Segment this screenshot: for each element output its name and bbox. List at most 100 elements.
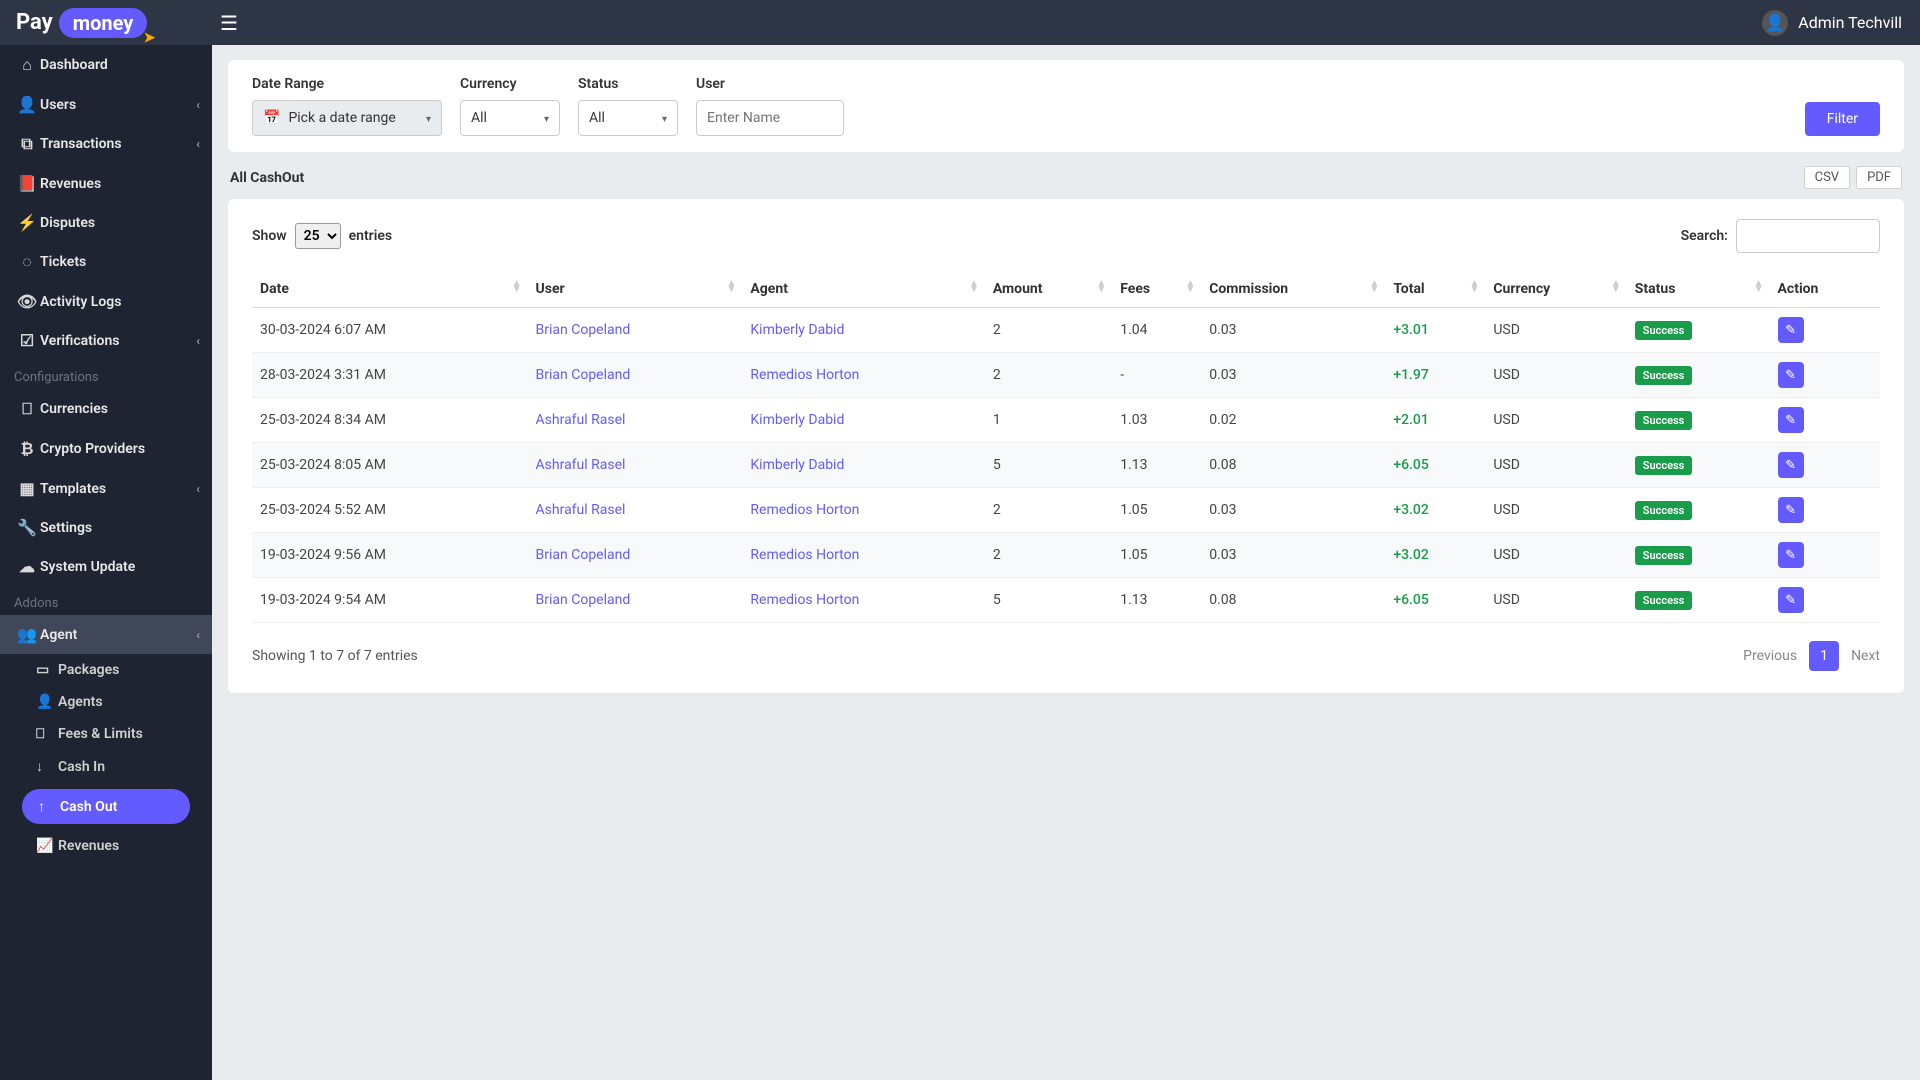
packages-icon: ▭ — [36, 662, 58, 678]
sidebar-item-label: Settings — [40, 520, 92, 536]
col-user[interactable]: User▲▼ — [528, 271, 743, 308]
prev-button[interactable]: Previous — [1743, 648, 1797, 664]
col-fees[interactable]: Fees▲▼ — [1112, 271, 1201, 308]
sort-icon: ▲▼ — [1754, 281, 1764, 293]
cell-date: 25-03-2024 8:05 AM — [252, 443, 528, 488]
table-row: 19-03-2024 9:54 AM Brian Copeland Remedi… — [252, 578, 1880, 623]
col-currency[interactable]: Currency▲▼ — [1485, 271, 1626, 308]
col-agent[interactable]: Agent▲▼ — [742, 271, 984, 308]
filter-button[interactable]: Filter — [1805, 102, 1880, 136]
sidebar-item-verifications[interactable]: ☑Verifications‹ — [0, 321, 212, 360]
cell-amount: 2 — [985, 353, 1112, 398]
cell-amount: 5 — [985, 443, 1112, 488]
col-action[interactable]: Action — [1770, 271, 1880, 308]
edit-button[interactable]: ✎ — [1778, 317, 1804, 343]
col-status[interactable]: Status▲▼ — [1627, 271, 1770, 308]
edit-button[interactable]: ✎ — [1778, 452, 1804, 478]
page-title: All CashOut — [230, 170, 304, 186]
sidebar-item-templates[interactable]: ▦Templates‹ — [0, 469, 212, 508]
cell-user-link[interactable]: Brian Copeland — [536, 367, 631, 383]
edit-button[interactable]: ✎ — [1778, 497, 1804, 523]
export-csv-button[interactable]: CSV — [1804, 166, 1850, 189]
cell-user-link[interactable]: Ashraful Rasel — [536, 412, 626, 428]
cell-agent-link[interactable]: Remedios Horton — [750, 502, 859, 518]
sidebar-item-label: System Update — [40, 559, 135, 575]
users-icon: 👤 — [14, 95, 40, 114]
page-1[interactable]: 1 — [1809, 641, 1839, 671]
hamburger-icon[interactable]: ☰ — [220, 11, 238, 35]
cell-agent-link[interactable]: Kimberly Dabid — [750, 457, 844, 473]
chevron-left-icon: ‹ — [196, 137, 200, 151]
cell-currency: USD — [1485, 578, 1626, 623]
cell-commission: 0.03 — [1201, 353, 1385, 398]
transactions-icon: ⧉ — [14, 134, 40, 154]
cell-commission: 0.08 — [1201, 578, 1385, 623]
sidebar-item-crypto-providers[interactable]: ₿Crypto Providers — [0, 429, 212, 469]
next-button[interactable]: Next — [1851, 648, 1880, 664]
col-amount[interactable]: Amount▲▼ — [985, 271, 1112, 308]
sidebar-item-currencies[interactable]: ⎕Currencies — [0, 389, 212, 429]
user-input[interactable] — [707, 110, 833, 126]
col-total[interactable]: Total▲▼ — [1385, 271, 1485, 308]
sidebar-sub-packages[interactable]: ▭Packages — [0, 654, 212, 686]
cell-agent-link[interactable]: Remedios Horton — [750, 592, 859, 608]
entries-select[interactable]: 25 — [295, 223, 341, 249]
sort-icon: ▲▼ — [512, 281, 522, 293]
cell-amount: 2 — [985, 308, 1112, 353]
cell-fees: 1.05 — [1112, 533, 1201, 578]
avatar: 👤 — [1762, 10, 1788, 36]
search-input[interactable] — [1736, 219, 1880, 253]
sidebar-item-users[interactable]: 👤Users‹ — [0, 85, 212, 124]
cell-total: +6.05 — [1393, 592, 1429, 608]
sidebar-item-settings[interactable]: 🔧Settings — [0, 508, 212, 547]
cell-user-link[interactable]: Brian Copeland — [536, 592, 631, 608]
edit-button[interactable]: ✎ — [1778, 407, 1804, 433]
edit-button[interactable]: ✎ — [1778, 542, 1804, 568]
sidebar-item-transactions[interactable]: ⧉Transactions‹ — [0, 124, 212, 164]
cell-fees: 1.13 — [1112, 443, 1201, 488]
topbar-user[interactable]: 👤 Admin Techvill — [1762, 10, 1920, 36]
sort-icon: ▲▼ — [1185, 281, 1195, 293]
col-commission[interactable]: Commission▲▼ — [1201, 271, 1385, 308]
section-head: All CashOut CSV PDF — [230, 166, 1902, 189]
currencies-icon: ⎕ — [14, 399, 40, 419]
settings-icon: 🔧 — [14, 518, 40, 537]
sidebar-item-tickets[interactable]: ◌Tickets — [0, 242, 212, 282]
status-select[interactable]: All — [578, 100, 678, 136]
chevron-left-icon: ‹ — [196, 98, 200, 112]
sidebar-sub-cash-in[interactable]: ↓Cash In — [0, 750, 212, 783]
sidebar-item-disputes[interactable]: ⚡Disputes — [0, 203, 212, 242]
cell-user-link[interactable]: Brian Copeland — [536, 547, 631, 563]
sidebar-sub-fees-&-limits[interactable]: ⎕Fees & Limits — [0, 718, 212, 750]
col-date[interactable]: Date▲▼ — [252, 271, 528, 308]
sidebar-sub-revenues[interactable]: 📈Revenues — [0, 830, 212, 862]
date-range-picker[interactable]: 📅 Pick a date range — [252, 100, 442, 136]
cell-agent-link[interactable]: Kimberly Dabid — [750, 322, 844, 338]
sidebar-sub-cash-out[interactable]: ↑Cash Out — [22, 789, 190, 824]
currency-select[interactable]: All — [460, 100, 560, 136]
edit-button[interactable]: ✎ — [1778, 587, 1804, 613]
logo[interactable]: Pay money➤ — [0, 0, 212, 45]
sort-icon: ▲▼ — [1611, 281, 1621, 293]
cell-user-link[interactable]: Brian Copeland — [536, 322, 631, 338]
sidebar-item-dashboard[interactable]: ⌂Dashboard — [0, 45, 212, 85]
status-label: Status — [578, 76, 678, 92]
cell-date: 28-03-2024 3:31 AM — [252, 353, 528, 398]
sidebar-item-label: Tickets — [40, 254, 86, 270]
cell-user-link[interactable]: Ashraful Rasel — [536, 457, 626, 473]
table-card: Show 25 entries Search: Date▲▼User▲▼Agen… — [228, 199, 1904, 693]
sidebar-sub-agents[interactable]: 👤Agents — [0, 686, 212, 718]
cell-fees: 1.13 — [1112, 578, 1201, 623]
cell-user-link[interactable]: Ashraful Rasel — [536, 502, 626, 518]
sidebar-item-system-update[interactable]: ☁System Update — [0, 547, 212, 586]
edit-button[interactable]: ✎ — [1778, 362, 1804, 388]
sort-icon: ▲▼ — [726, 281, 736, 293]
sidebar-item-agent[interactable]: 👥Agent‹ — [0, 615, 212, 654]
cell-agent-link[interactable]: Kimberly Dabid — [750, 412, 844, 428]
sidebar-item-activity-logs[interactable]: 👁Activity Logs — [0, 282, 212, 321]
sort-icon: ▲▼ — [969, 281, 979, 293]
cell-agent-link[interactable]: Remedios Horton — [750, 547, 859, 563]
export-pdf-button[interactable]: PDF — [1856, 166, 1902, 189]
sidebar-item-revenues[interactable]: 📕Revenues — [0, 164, 212, 203]
cell-agent-link[interactable]: Remedios Horton — [750, 367, 859, 383]
